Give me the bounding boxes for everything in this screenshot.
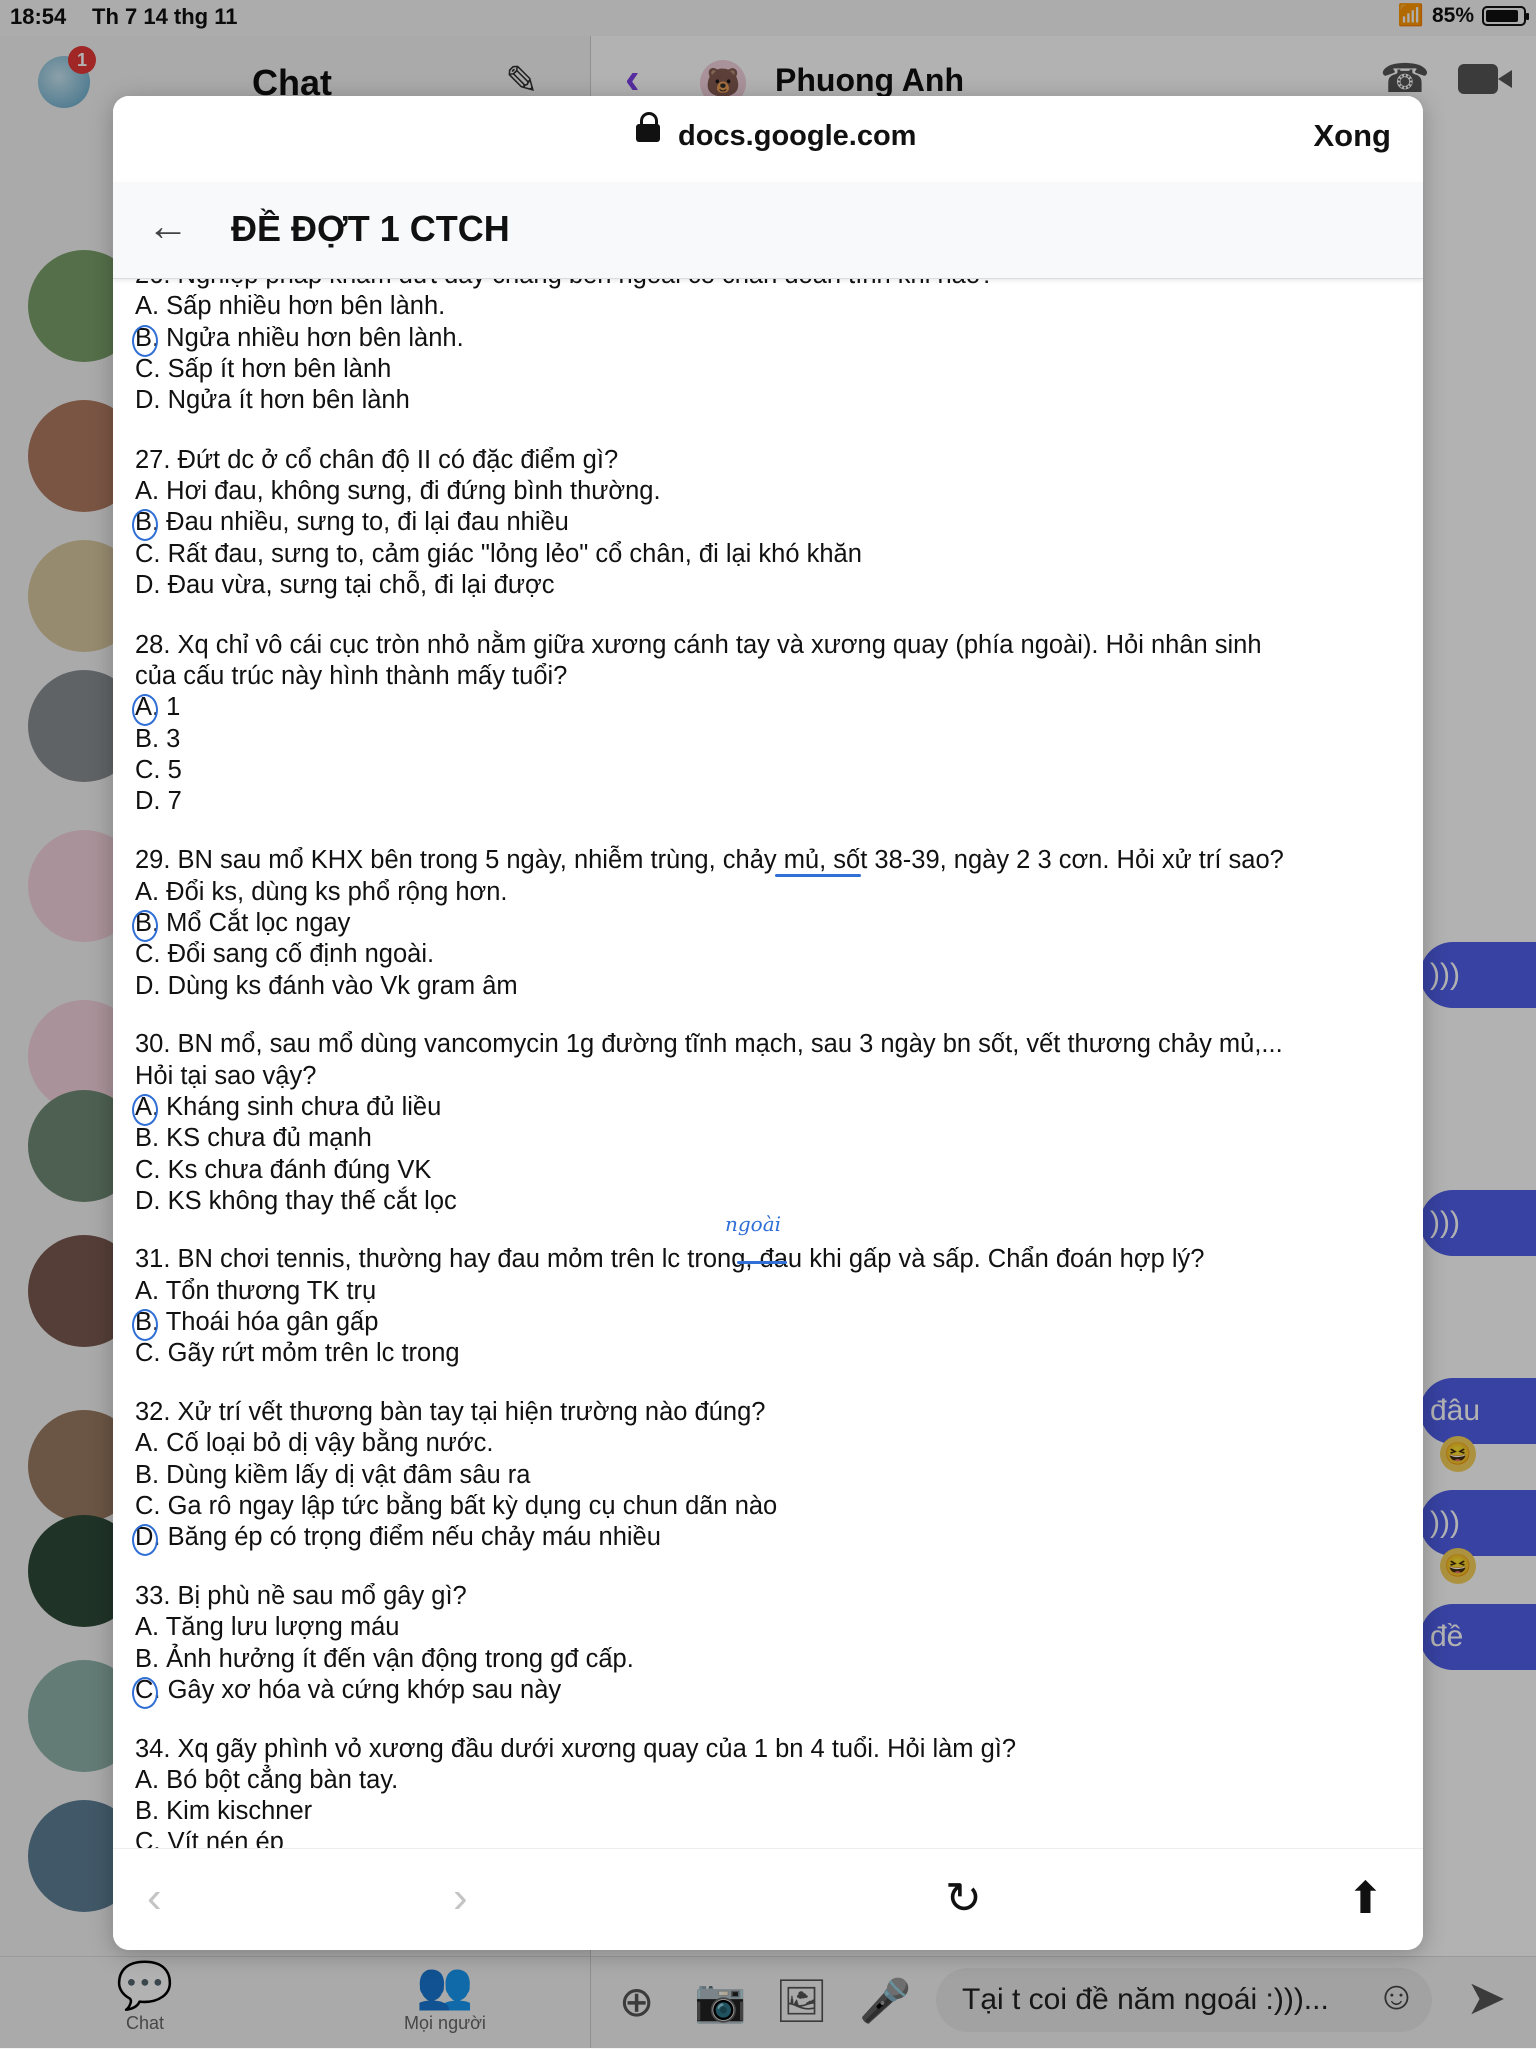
answer-line: B. 3 <box>135 725 181 753</box>
answer-line: A. Tăng lưu lượng máu <box>135 1613 400 1641</box>
question-line: 30. BN mổ, sau mổ dùng vancomycin 1g đườ… <box>135 1030 1283 1058</box>
answer-line: D. 7 <box>135 787 182 815</box>
answer-circle-mark <box>132 509 158 541</box>
answer-line: C. Gãy rứt mỏm trên lc trong <box>135 1339 460 1367</box>
answer-circle-mark <box>132 1094 158 1126</box>
question-line: 28. Xq chỉ vô cái cục tròn nhỏ nằm giữa … <box>135 631 1262 659</box>
ink-underline <box>775 874 861 877</box>
answer-line: A. Đổi ks, dùng ks phổ rộng hơn. <box>135 878 508 906</box>
done-button[interactable]: Xong <box>1314 118 1392 154</box>
answer-line: B. Mổ Cắt lọc ngay <box>135 909 351 937</box>
doc-header: ← ĐỀ ĐỢT 1 CTCH <box>113 182 1423 279</box>
question-line: của cấu trúc này hình thành mấy tuổi? <box>135 662 568 690</box>
answer-line: A. Bó bột cẳng bàn tay. <box>135 1766 399 1794</box>
browser-toolbar: ‹ › ↻ ⬆ <box>113 1848 1423 1950</box>
question-line: 33. Bị phù nề sau mổ gây gì? <box>135 1582 467 1610</box>
back-arrow-icon[interactable]: ← <box>147 202 189 250</box>
question-line: 31. BN chơi tennis, thường hay đau mỏm t… <box>135 1245 1205 1273</box>
answer-circle-mark <box>132 325 158 357</box>
answer-circle-mark <box>132 1524 158 1556</box>
answer-line: A. Cố loại bỏ dị vậy bằng nước. <box>135 1429 494 1457</box>
answer-line: C. Sấp ít hơn bên lành <box>135 355 392 383</box>
answer-line: D. Đau vừa, sưng tại chỗ, đi lại được <box>135 571 555 599</box>
question-line: 29. BN sau mổ KHX bên trong 5 ngày, nhiễ… <box>135 846 1284 874</box>
lock-icon <box>636 112 660 142</box>
answer-line: C. Vít nén ép <box>135 1828 284 1848</box>
share-icon[interactable]: ⬆ <box>1347 1873 1384 1924</box>
answer-line: A. Kháng sinh chưa đủ liều <box>135 1093 442 1121</box>
question-line: 26. Nghiệp pháp khám đứt dây chằng bên n… <box>135 278 994 292</box>
answer-line: A. Sấp nhiều hơn bên lành. <box>135 292 446 320</box>
answer-line: D. Ngửa ít hơn bên lành <box>135 386 410 414</box>
answer-line: D. Dùng ks đánh vào Vk gram âm <box>135 972 518 1000</box>
answer-line: C. Ks chưa đánh đúng VK <box>135 1156 432 1184</box>
answer-line: D. KS không thay thế cắt lọc <box>135 1187 457 1215</box>
answer-line: C. Gây xơ hóa và cứng khớp sau này <box>135 1676 562 1704</box>
answer-line: B. Đau nhiều, sưng to, đi lại đau nhiều <box>135 508 569 536</box>
answer-line: B. KS chưa đủ mạnh <box>135 1124 372 1152</box>
reload-icon[interactable]: ↻ <box>945 1873 982 1924</box>
question-line: 34. Xq gãy phình vỏ xương đầu dưới xương… <box>135 1735 1017 1763</box>
answer-circle-mark <box>132 1677 158 1709</box>
answer-line: D. Băng ép có trọng điểm nếu chảy máu nh… <box>135 1523 661 1551</box>
forward-nav-icon[interactable]: › <box>453 1873 468 1923</box>
back-nav-icon[interactable]: ‹ <box>147 1873 162 1923</box>
question-line: 32. Xử trí vết thương bàn tay tại hiện t… <box>135 1398 766 1426</box>
answer-line: B. Ngửa nhiều hơn bên lành. <box>135 324 464 352</box>
url-text[interactable]: docs.google.com <box>678 120 916 153</box>
answer-line: C. Đổi sang cố định ngoài. <box>135 940 435 968</box>
answer-line: B. Dùng kiềm lấy dị vật đâm sâu ra <box>135 1461 531 1489</box>
answer-circle-mark <box>132 1309 158 1341</box>
answer-line: A. Hơi đau, không sưng, đi đứng bình thư… <box>135 477 661 505</box>
page-title: ĐỀ ĐỢT 1 CTCH <box>231 208 510 249</box>
answer-line: B. Thoái hóa gân gấp <box>135 1308 379 1336</box>
browser-sheet: docs.google.com Xong ← ĐỀ ĐỢT 1 CTCH 26.… <box>113 96 1423 1950</box>
answer-line: A. Tổn thương TK trụ <box>135 1277 377 1305</box>
question-line: Hỏi tại sao vậy? <box>135 1062 317 1090</box>
document-body[interactable]: 26. Nghiệp pháp khám đứt dây chằng bên n… <box>113 278 1423 1848</box>
answer-circle-mark <box>132 910 158 942</box>
answer-line: B. Kim kischner <box>135 1797 313 1825</box>
answer-circle-mark <box>132 694 158 726</box>
answer-line: C. 5 <box>135 756 182 784</box>
answer-line: C. Ga rô ngay lập tức bằng bất kỳ dụng c… <box>135 1492 778 1520</box>
question-line: 27. Đứt dc ở cổ chân độ II có đặc điểm g… <box>135 446 619 474</box>
url-bar: docs.google.com Xong <box>113 96 1423 182</box>
answer-line: C. Rất đau, sưng to, cảm giác "lỏng lẻo"… <box>135 540 862 568</box>
answer-line: B. Ảnh hưởng ít đến vận động trong gđ cấ… <box>135 1645 634 1673</box>
ink-strikethrough <box>737 1261 787 1264</box>
handwritten-note: ngoài <box>725 1212 782 1236</box>
